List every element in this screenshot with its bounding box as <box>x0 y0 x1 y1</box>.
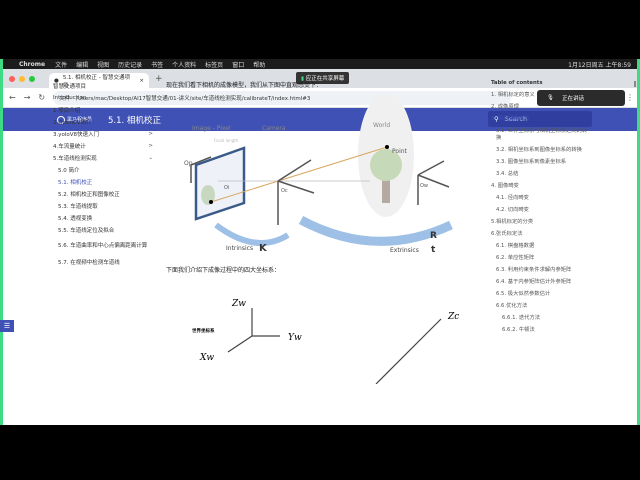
sidebar-subitem[interactable]: 5.7. 在视频中检测车道线 <box>53 256 153 268</box>
back-icon[interactable]: ← <box>9 93 16 102</box>
toc-item[interactable]: 6.张氏标定法 <box>491 231 591 238</box>
chevron-icon[interactable]: ⌄ <box>148 155 153 161</box>
toc-item[interactable]: 3.1. 世界坐标系与相机坐标系之间的转换 <box>491 128 591 142</box>
new-tab-button[interactable]: + <box>155 74 163 84</box>
menu-item[interactable]: 历史记录 <box>118 62 142 69</box>
svg-text:世界坐标系: 世界坐标系 <box>192 327 215 334</box>
menu-item[interactable]: 编辑 <box>76 62 88 69</box>
svg-text:Yw: Yw <box>288 333 302 343</box>
toc-item[interactable]: 6.6.优化方法 <box>491 303 591 310</box>
svg-text:Op: Op <box>184 160 193 167</box>
svg-text:K: K <box>259 243 268 254</box>
sidebar-item-label: 智慧交通项目 <box>53 84 87 90</box>
svg-text:Xw: Xw <box>199 353 214 363</box>
svg-text:Oi: Oi <box>224 185 229 191</box>
menu-item[interactable]: 个人资料 <box>172 62 196 69</box>
menu-item[interactable]: 标签页 <box>205 62 223 69</box>
sidebar-item[interactable]: Introduction <box>53 92 153 104</box>
menu-item[interactable]: 窗口 <box>232 62 244 69</box>
toc-item[interactable]: 3.3. 图像坐标系到像素坐标系 <box>491 159 591 166</box>
toc-title: Table of contents <box>491 80 543 86</box>
sidebar-item-label: 5.车道线检测实现 <box>53 156 97 162</box>
svg-text:Oc: Oc <box>281 188 288 194</box>
coordinate-systems-figure: 世界坐标系 Zw Yw Xw Zc <box>192 299 459 385</box>
chevron-icon[interactable]: > <box>148 143 153 149</box>
mac-menubar: Chrome 文件 编辑 视图 历史记录 书签 个人资料 标签页 窗口 帮助 1月12日周五 上… <box>3 59 637 69</box>
svg-text:R: R <box>430 231 437 241</box>
toc-item[interactable]: 3. 相机成像模型 <box>491 116 591 123</box>
toc-item[interactable]: 6.6.2. 牛顿法 <box>491 327 591 334</box>
svg-text:t: t <box>431 245 436 255</box>
toc-item[interactable]: 6.6.1. 迭代方法 <box>491 315 591 322</box>
forward-icon[interactable]: → <box>24 93 31 102</box>
toc-item[interactable]: 2. 成像原理 <box>491 104 591 111</box>
toc-item[interactable]: 6.3. 利用约束条件求解内参矩阵 <box>491 267 591 274</box>
toc-item[interactable]: 6.4. 基于内参矩阵估计外参矩阵 <box>491 279 591 286</box>
sidebar-subitem[interactable]: 5.5. 车道线定位及拟合 <box>53 224 153 236</box>
menu-item[interactable]: 书签 <box>151 62 163 69</box>
sidebar-subitem[interactable]: 5.2. 相机校正和图像校正 <box>53 188 153 200</box>
menu-items[interactable]: 文件 编辑 视图 历史记录 书签 个人资料 标签页 窗口 帮助 <box>55 60 274 69</box>
paragraph: 下面我们介绍下成像过程中的四大坐标系： <box>166 267 281 274</box>
svg-text:Extrinsics: Extrinsics <box>390 247 419 254</box>
toc-item[interactable]: 3.4. 总结 <box>491 171 591 178</box>
toc-item[interactable]: 3.2. 相机坐标系到图像坐标系的转换 <box>491 147 591 154</box>
camera-model-figure: Image - Pixel Camera World Focal length … <box>184 93 453 255</box>
sidebar-subitem[interactable]: 5.4. 透视变换 <box>53 212 153 224</box>
window-controls[interactable] <box>9 75 35 82</box>
list-icon[interactable]: ☰ <box>0 320 14 332</box>
menu-item[interactable]: 帮助 <box>253 62 265 69</box>
sidebar-item[interactable]: 1.项目介绍 <box>53 104 153 116</box>
sidebar-item-label: 2.OpenCV简介 <box>53 120 92 126</box>
sidebar-item-label: 3.yoloV8快速入门 <box>53 132 100 138</box>
sidebar-item[interactable]: 5.车道线检测实现 ⌄ <box>53 152 153 164</box>
scrollbar[interactable] <box>634 81 636 87</box>
svg-text:World: World <box>373 122 390 129</box>
chevron-icon[interactable]: > <box>148 131 153 137</box>
svg-text:Zw: Zw <box>231 299 246 309</box>
svg-text:Point: Point <box>392 148 408 155</box>
menu-item[interactable]: 视图 <box>97 62 109 69</box>
svg-text:Ow: Ow <box>420 183 428 189</box>
toc-item[interactable]: 6.1. 棋盘格数据 <box>491 243 591 250</box>
sidebar-subitem[interactable]: 5.6. 车道曲率和中心点偏离距离计算 <box>53 236 153 256</box>
menu-app[interactable]: Chrome <box>19 61 45 68</box>
menu-item[interactable]: 文件 <box>55 62 67 69</box>
svg-text:Zc: Zc <box>447 312 459 322</box>
clock: 1月12日周五 上午8:59 <box>568 61 631 69</box>
sidebar-nav: 智慧交通项目 Introduction 1.项目介绍 2.OpenCV简介 >3.yol… <box>53 80 153 268</box>
sidebar-subitem[interactable]: 5.1. 相机校正 <box>53 176 153 188</box>
sidebar-item[interactable]: 智慧交通项目 <box>53 80 153 92</box>
toc-item[interactable]: 1. 相机标定的意义 <box>491 92 591 99</box>
sidebar-item[interactable]: 2.OpenCV简介 > <box>53 116 153 128</box>
reload-icon[interactable]: ↻ <box>38 93 45 102</box>
toc-item[interactable]: 6.5. 极大似然参数估计 <box>491 291 591 298</box>
more-icon[interactable]: ⋮ <box>626 93 634 102</box>
toc-item[interactable]: 4.1. 径向畸变 <box>491 195 591 202</box>
svg-text:Image - Pixel: Image - Pixel <box>192 125 231 132</box>
sidebar-item-label: 1.项目介绍 <box>53 108 81 114</box>
toc-item[interactable]: 6.2. 单应性矩阵 <box>491 255 591 262</box>
sidebar-subitem[interactable]: 5.0 简介 <box>53 164 153 176</box>
toc-item[interactable]: 5.相机标定的分类 <box>491 219 591 226</box>
sidebar-subitem[interactable]: 5.3. 车道线提取 <box>53 200 153 212</box>
sidebar-item[interactable]: 4.车流量统计 > <box>53 140 153 152</box>
toc-item[interactable]: 4. 图像畸变 <box>491 183 591 190</box>
toc-item[interactable]: 4.2. 切向畸变 <box>491 207 591 214</box>
svg-text:Intrinsics: Intrinsics <box>226 245 253 252</box>
sidebar-item[interactable]: 3.yoloV8快速入门 > <box>53 128 153 140</box>
svg-text:Focal length: Focal length <box>214 138 239 143</box>
svg-text:Camera: Camera <box>262 125 286 132</box>
table-of-contents: Table of contents 1. 相机标定的意义 2. 成像原理 3. 相机成… <box>491 80 591 339</box>
sidebar-item-label: 4.车流量统计 <box>53 144 86 150</box>
chevron-icon[interactable]: > <box>148 119 153 125</box>
sidebar-item-label: Introduction <box>53 95 87 101</box>
main-content: 现在我们看下相机的成像模型，我们从下图中直观感受下： Image - Pixel… <box>166 80 476 386</box>
paragraph: 现在我们看下相机的成像模型，我们从下图中直观感受下： <box>166 82 323 89</box>
